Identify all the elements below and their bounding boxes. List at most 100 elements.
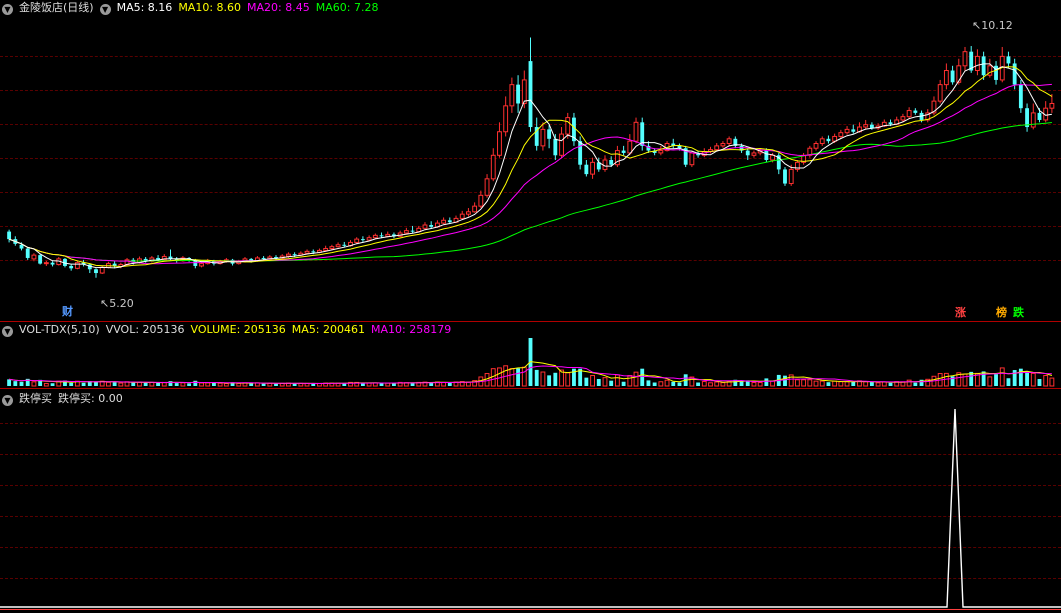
volume-bar[interactable] <box>180 382 186 387</box>
candle[interactable] <box>553 134 558 160</box>
candle[interactable] <box>621 145 626 156</box>
volume-bar[interactable] <box>770 380 776 387</box>
candle[interactable] <box>360 236 365 242</box>
volume-bar[interactable] <box>223 383 229 387</box>
volume-bar[interactable] <box>869 382 874 386</box>
candle[interactable] <box>478 190 484 209</box>
volume-bar[interactable] <box>590 375 595 387</box>
candle[interactable] <box>683 145 688 168</box>
volume-bar[interactable] <box>1049 377 1055 387</box>
candle[interactable] <box>671 138 676 149</box>
candle[interactable] <box>516 75 521 113</box>
candle[interactable] <box>974 49 980 76</box>
candle[interactable] <box>851 124 856 134</box>
candle[interactable] <box>950 65 955 85</box>
candle[interactable] <box>466 208 471 217</box>
volume-bar[interactable] <box>1030 372 1036 387</box>
candle[interactable] <box>640 117 645 151</box>
volume-bar[interactable] <box>602 377 608 387</box>
volume-bar[interactable] <box>540 371 546 387</box>
candle[interactable] <box>521 70 527 109</box>
volume-bar[interactable] <box>168 381 173 386</box>
chevron-down-icon[interactable]: ▼ <box>2 4 13 15</box>
candle[interactable] <box>7 229 12 243</box>
candle[interactable] <box>31 253 37 262</box>
volume-bar[interactable] <box>441 382 447 387</box>
volume-bar[interactable] <box>13 381 18 386</box>
volume-bar[interactable] <box>981 371 986 386</box>
volume-bar[interactable] <box>7 379 12 386</box>
volume-bar[interactable] <box>913 382 918 386</box>
candle[interactable] <box>658 145 664 156</box>
volume-bar[interactable] <box>360 383 365 386</box>
volume-bar[interactable] <box>1037 379 1042 386</box>
candle[interactable] <box>509 77 515 113</box>
candle[interactable] <box>74 260 80 270</box>
volume-bar[interactable] <box>677 382 682 386</box>
volume-bar[interactable] <box>701 381 707 387</box>
volume-bar[interactable] <box>547 375 552 386</box>
volume-bar[interactable] <box>906 379 912 387</box>
candle[interactable] <box>94 268 98 278</box>
volume-bar[interactable] <box>888 382 893 386</box>
volume-bar[interactable] <box>249 383 254 386</box>
candle[interactable] <box>720 141 726 148</box>
volume-bar[interactable] <box>987 376 993 387</box>
marker-bang[interactable]: 榜 <box>996 306 1007 320</box>
volume-bar[interactable] <box>534 369 539 386</box>
candle[interactable] <box>776 152 781 175</box>
volume-bar[interactable] <box>627 375 633 387</box>
candle[interactable] <box>826 135 831 144</box>
candle[interactable] <box>497 122 502 158</box>
volume-bar[interactable] <box>633 371 639 387</box>
candle[interactable] <box>794 160 800 172</box>
volume-bar[interactable] <box>69 382 74 386</box>
candle[interactable] <box>987 58 993 78</box>
candle[interactable] <box>943 63 949 90</box>
candle[interactable] <box>274 255 278 260</box>
volume-bar[interactable] <box>1043 375 1049 387</box>
volume-bar[interactable] <box>962 373 968 387</box>
volume-bar[interactable] <box>664 379 670 387</box>
volume-bar[interactable] <box>1006 378 1011 386</box>
candle[interactable] <box>1025 103 1029 132</box>
candle[interactable] <box>714 143 720 151</box>
volume-bar[interactable] <box>565 372 571 387</box>
candle[interactable] <box>50 261 55 267</box>
indicator-panel[interactable]: ▼ 跌停买 跌停买: 0.00 <box>0 391 1061 610</box>
candle[interactable] <box>602 155 608 172</box>
volume-bar[interactable] <box>212 382 216 386</box>
volume-bar[interactable] <box>509 368 515 387</box>
volume-bar[interactable] <box>19 381 24 386</box>
candle[interactable] <box>590 157 595 179</box>
candle[interactable] <box>999 46 1005 83</box>
volume-bar[interactable] <box>112 382 117 386</box>
volume-bar[interactable] <box>652 382 657 386</box>
candle[interactable] <box>69 264 74 271</box>
candle[interactable] <box>1030 103 1036 130</box>
candle[interactable] <box>528 37 533 132</box>
volume-bar[interactable] <box>553 372 558 386</box>
candle[interactable] <box>962 46 968 71</box>
volume-bar[interactable] <box>819 380 825 387</box>
volume-bar[interactable] <box>671 381 676 386</box>
volume-bar[interactable] <box>826 382 831 386</box>
volume-bar[interactable] <box>118 382 124 387</box>
volume-bar[interactable] <box>646 380 651 386</box>
candle[interactable] <box>584 160 589 177</box>
candle[interactable] <box>429 221 434 229</box>
volume-bar[interactable] <box>187 383 192 386</box>
marker-zhang[interactable]: 涨 <box>955 306 966 320</box>
candle[interactable] <box>559 127 564 158</box>
volume-bar[interactable] <box>193 380 198 386</box>
volume-bar[interactable] <box>640 368 645 386</box>
candle[interactable] <box>838 129 844 139</box>
candle[interactable] <box>25 247 30 260</box>
volume-bar[interactable] <box>379 383 384 386</box>
candle[interactable] <box>633 117 639 144</box>
volume-bar[interactable] <box>217 382 223 387</box>
volume-bar[interactable] <box>994 374 998 386</box>
marker-die[interactable]: 跌 <box>1013 306 1024 320</box>
chevron-down-icon[interactable]: ▼ <box>2 326 13 337</box>
volume-bar[interactable] <box>205 382 211 387</box>
